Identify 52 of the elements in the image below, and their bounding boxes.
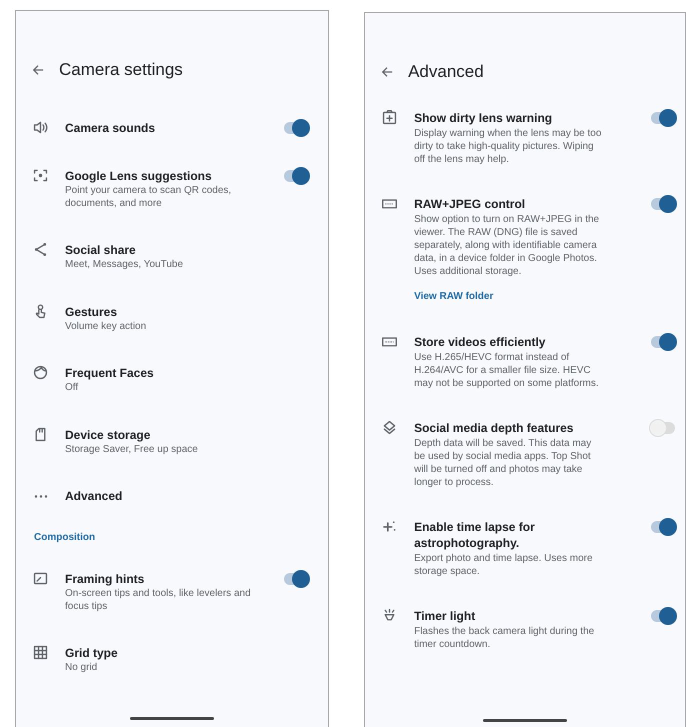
camera-icon [381,109,398,126]
setting-title[interactable]: Frequent Faces [65,365,308,381]
more-icon [34,495,48,498]
toggle-switch[interactable] [651,336,675,348]
setting-title[interactable]: Gestures [65,304,308,320]
setting-title[interactable]: RAW+JPEG control [414,196,627,212]
toggle-switch[interactable] [284,170,308,182]
toggle-switch[interactable] [284,573,308,585]
setting-title[interactable]: Device storage [65,426,308,442]
setting-description: Point your camera to scan QR codes, documents, and more [65,185,232,210]
setting-title[interactable]: Framing hints [65,571,272,587]
setting-description: Storage Saver, Free up space [65,444,199,456]
back-arrow-icon[interactable] [381,66,394,78]
speaker-icon [32,119,49,136]
setting-description: On-screen tips and tools, like levelers and focus tips [65,588,252,613]
setting-title[interactable]: Camera sounds [65,120,272,136]
setting-title[interactable]: Store videos efficiently [414,334,627,350]
share-icon [32,241,49,258]
toggle-switch[interactable] [651,198,675,210]
setting-description: No grid [65,662,98,674]
setting-title[interactable]: Social share [65,242,308,258]
setting-title[interactable]: Social media depth features [414,420,627,436]
setting-title[interactable]: Timer light [414,608,627,624]
setting-title[interactable]: Enable time lapse for astrophotography. [414,519,627,551]
setting-title[interactable]: Advanced [65,488,308,504]
layers-icon [381,419,398,436]
toggle-switch[interactable] [651,112,675,124]
setting-title[interactable]: Show dirty lens warning [414,110,627,126]
setting-description: Export photo and time lapse. Uses more storage space. [414,552,594,578]
toggle-switch[interactable] [651,422,675,434]
person-circle-icon [32,364,49,381]
screen-title: Advanced [408,62,484,82]
back-arrow-icon[interactable] [32,64,44,76]
screen-title: Camera settings [59,60,183,80]
section-header: Composition [33,531,96,545]
setting-description: Display warning when the lens may be too dirty to take high-quality pictures. Wiping off the lens may help. [414,127,602,166]
scan-icon [32,167,49,184]
setting-description: Meet, Messages, YouTube [65,259,184,272]
setting-description: Flashes the back camera light during the timer countdown. [414,625,596,651]
setting-title[interactable]: Grid type [65,645,308,661]
setting-description: Volume key action [65,320,148,333]
grid-icon [32,644,49,661]
toggle-switch[interactable] [651,521,675,533]
toggle-switch[interactable] [284,122,308,134]
view-folder-link[interactable]: View RAW folder [414,290,494,304]
setting-description: Depth data will be saved. This data may be used by social media apps. Top Shot will be turned off and photos may take longer to process. [414,437,592,489]
setting-title[interactable]: Google Lens suggestions [65,168,272,184]
setting-description: Show option to turn on RAW+JPEG in the viewer. The RAW (DNG) file is saved separately, along with identifiable camera data, in a device folder in Google Photos. Uses additional storage. [414,213,600,278]
toggle-switch[interactable] [651,610,675,622]
frame-icon [32,570,49,587]
setting-description: Use H.265/HEVC format instead of H.264/AVC for a smaller file size. HEVC may not be supported on some platforms. [414,351,600,390]
setting-description: Off [65,382,80,394]
